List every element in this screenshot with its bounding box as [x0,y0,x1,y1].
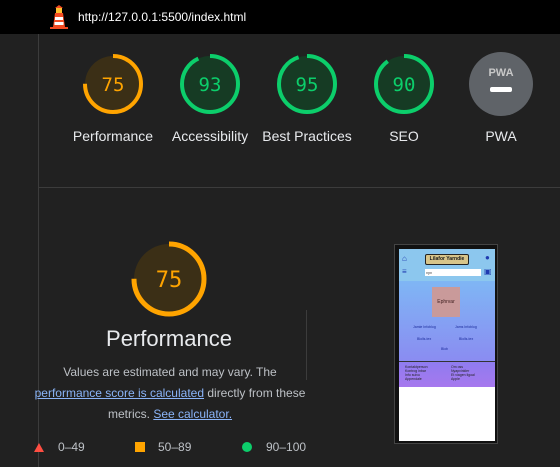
performance-score-large: 75 [156,268,183,293]
score-value: 90 [393,74,416,96]
home-icon: ⌂ [402,254,407,263]
thumb-image: Ephrvar [432,287,460,317]
score-value: 93 [199,74,222,96]
thumb-header: ⌂ ● ≡ ▣ Lilafor Yarndie vyv [399,249,495,281]
pwa-badge-text: PWA [488,67,513,79]
score-value: 95 [296,74,319,96]
gauge-pwa[interactable]: PWA PWA [456,52,546,146]
cart-icon: ▣ [484,267,492,276]
vertical-divider [306,310,307,380]
average-square-icon [135,442,145,452]
pass-circle-icon [242,442,252,452]
score-gauge-icon: 75 [83,54,143,114]
lighthouse-icon [50,5,68,29]
page-url[interactable]: http://127.0.0.1:5500/index.html [78,10,246,24]
thumb-link: Blolls-tex [417,337,432,341]
gauge-accessibility[interactable]: 93 Accessibility [165,52,255,146]
thumb-link: Jams Infoblog [455,325,477,329]
browser-url-bar: http://127.0.0.1:5500/index.html [0,0,560,34]
summary-separator [38,187,560,188]
performance-gauge-large: 75 [131,241,207,317]
thumb-footer-text: Appendale [405,377,422,381]
score-calculated-link[interactable]: performance score is calculated [35,386,204,400]
pwa-badge-icon: PWA [469,52,533,116]
performance-title: Performance [106,326,232,351]
score-gauge-icon: 90 [374,54,434,114]
thumb-body: Ephrvar Jamie Infoblog Jams Infoblog Blo… [399,281,495,361]
gauge-label: PWA [485,128,517,144]
score-gauge-icon: 95 [277,54,337,114]
thumb-search: vyv [425,269,481,276]
menu-icon: ≡ [402,267,407,276]
fail-triangle-icon [34,443,44,452]
gauge-label: Accessibility [171,128,249,144]
gauge-label: Best Practices [262,128,352,144]
gauge-seo[interactable]: 90 SEO [359,52,449,146]
thumb-link: Blob [441,347,449,351]
legend-average: 50–89 [158,440,192,454]
performance-description: Values are estimated and may vary. The p… [34,362,306,425]
thumb-link: Jamie Infoblog [413,325,436,329]
legend-pass: 90–100 [266,440,307,454]
final-screenshot-thumbnail[interactable]: ⌂ ● ≡ ▣ Lilafor Yarndie vyv Ephrvar Jami… [394,244,498,444]
gauge-performance[interactable]: 75 Performance [68,52,158,146]
thumbnail-screen: ⌂ ● ≡ ▣ Lilafor Yarndie vyv Ephrvar Jami… [399,249,495,441]
user-icon: ● [485,253,490,262]
thumb-footer-text: Apple [451,377,460,381]
gauge-best-practices[interactable]: 95 Best Practices [262,52,352,146]
score-gauge-icon: 93 [180,54,240,114]
thumb-link: Blolls-tex [459,337,474,341]
thumb-footer: Kontaktperson Kontrog inbar Info suivu A… [399,361,495,387]
gauge-label: SEO [389,128,419,144]
desc-text: Values are estimated and may vary. The [63,365,277,379]
score-value: 75 [102,74,125,96]
see-calculator-link[interactable]: See calculator. [153,407,232,421]
gauge-label: Performance [72,128,154,144]
thumb-logo: Lilafor Yarndie [425,254,469,265]
legend-fail: 0–49 [58,440,85,454]
